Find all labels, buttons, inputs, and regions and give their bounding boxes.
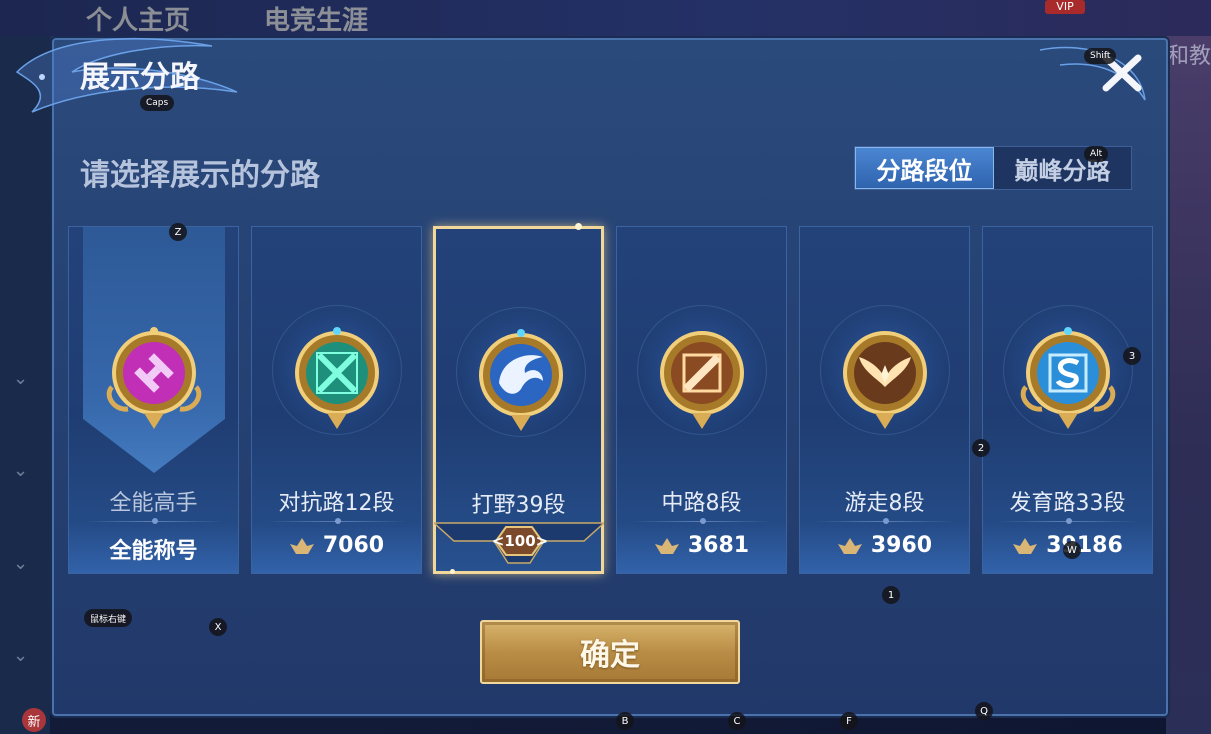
divider-dot — [700, 518, 706, 524]
selection-corner-dot — [575, 223, 582, 230]
dialog-title: 展示分路 — [80, 60, 200, 95]
lane-name: 游走8段 — [844, 491, 925, 516]
chevron-down-icon: ⌄ — [13, 553, 29, 574]
lane-card-mid[interactable]: 中路8段 3681 — [616, 226, 787, 574]
lane-score: 全能称号 — [69, 533, 238, 565]
divider-dot — [883, 518, 889, 524]
divider-dot — [335, 518, 341, 524]
key-hint: C — [728, 712, 746, 730]
lane-card-farm[interactable]: 发育路33段 39186 — [982, 226, 1153, 574]
key-hint: 鼠标右键 — [84, 609, 133, 627]
lane-score: 3681 — [617, 533, 786, 558]
key-hint: W — [1063, 541, 1081, 559]
lane-card-jungle[interactable]: 打野39段 <100 > — [433, 226, 604, 574]
clash-lane-emblem-icon — [295, 327, 379, 429]
bg-tab-profile: 个人主页 — [86, 6, 191, 36]
power-icon — [289, 537, 314, 554]
lane-score: 3960 — [800, 533, 969, 558]
new-badge: 新 — [22, 708, 46, 732]
power-icon — [837, 537, 862, 554]
score-value: 全能称号 — [109, 539, 198, 564]
bg-tab-career: 电竞生涯 — [264, 6, 369, 36]
lane-card-clash[interactable]: 对抗路12段 7060 — [251, 226, 422, 574]
lane-name: 对抗路12段 — [278, 491, 395, 516]
background-right-panel — [1166, 36, 1211, 734]
lane-card-all-round[interactable]: 全能高手 全能称号 — [68, 226, 239, 574]
key-hint: B — [616, 712, 634, 730]
all-round-emblem-icon — [106, 327, 202, 429]
key-hint: X — [209, 618, 227, 636]
mid-lane-emblem-icon — [660, 331, 744, 429]
power-icon — [1013, 537, 1038, 554]
confirm-button[interactable]: 确定 — [480, 620, 740, 684]
farm-lane-emblem-icon — [1020, 327, 1116, 429]
chevron-down-icon: ⌄ — [13, 645, 29, 666]
power-icon — [654, 537, 679, 554]
chevron-down-icon: ⌄ — [13, 368, 29, 389]
tab-lane-rank[interactable]: 分路段位 — [855, 147, 994, 189]
score-value: 3960 — [870, 533, 933, 558]
rank-value: 100 — [504, 532, 536, 550]
rank-badge: <100 > — [491, 532, 549, 550]
chevron-down-icon: ⌄ — [13, 460, 29, 481]
lane-name: 打野39段 — [471, 493, 566, 518]
key-hint: Shift — [1084, 48, 1117, 64]
key-hint: Alt — [1084, 146, 1109, 162]
lane-name: 中路8段 — [661, 491, 742, 516]
key-hint: 3 — [1123, 347, 1141, 365]
divider-dot — [152, 518, 158, 524]
key-hint: 2 — [972, 439, 990, 457]
divider-dot — [1066, 518, 1072, 524]
key-hint: Caps — [140, 95, 175, 111]
vip-badge: VIP — [1045, 0, 1085, 14]
section-subtitle: 请选择展示的分路 — [80, 158, 320, 193]
key-hint: Z — [169, 223, 187, 241]
lane-card-roam[interactable]: 游走8段 3960 — [799, 226, 970, 574]
key-hint: 1 — [882, 586, 900, 604]
score-value: 3681 — [687, 533, 750, 558]
score-value: 39186 — [1046, 533, 1123, 558]
roam-emblem-icon — [843, 331, 927, 429]
score-value: 7060 — [322, 533, 385, 558]
key-hint: F — [840, 712, 858, 730]
tab-peak-lane[interactable]: 巅峰分路 — [994, 147, 1131, 189]
jungle-emblem-icon — [479, 329, 563, 431]
lane-score: 7060 — [252, 533, 421, 558]
key-hint: Q — [975, 702, 993, 720]
selection-corner-dot — [450, 569, 455, 574]
lane-name: 发育路33段 — [1009, 491, 1126, 516]
lane-name: 全能高手 — [109, 491, 198, 516]
